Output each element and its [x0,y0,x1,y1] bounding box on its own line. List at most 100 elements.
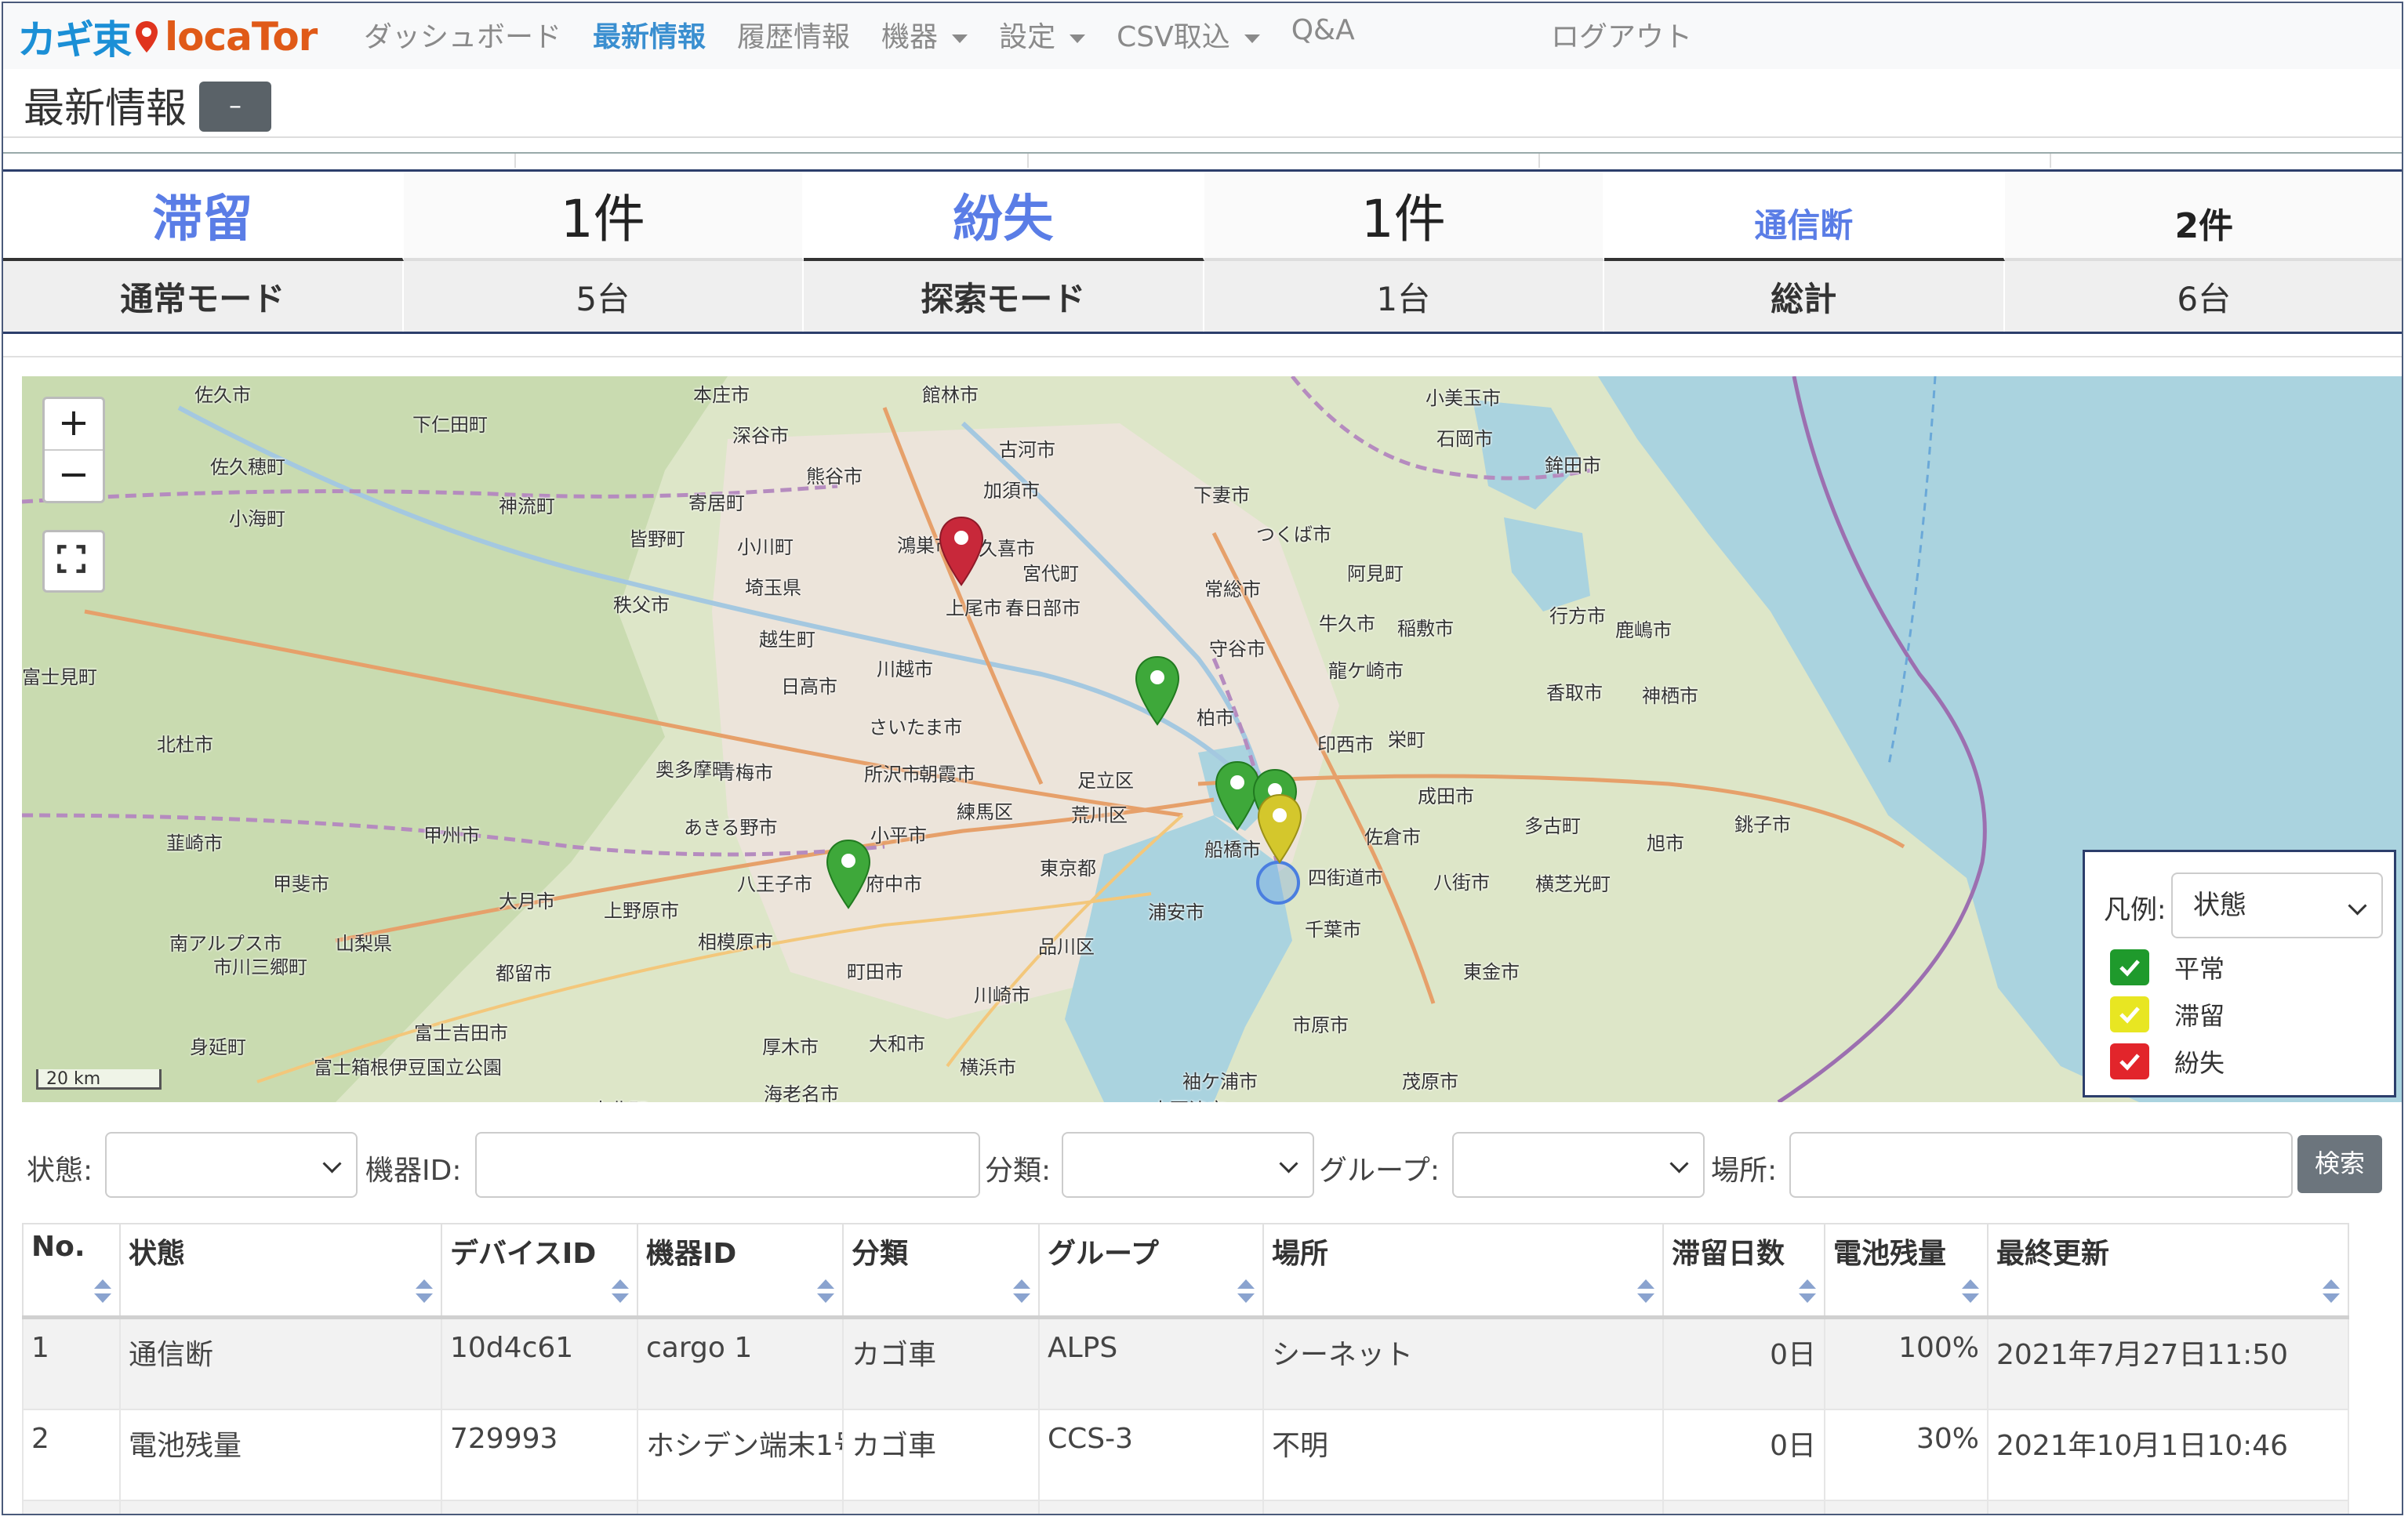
column-header[interactable]: 分類 [842,1223,1040,1319]
sort-icon [1237,1279,1255,1303]
table-row[interactable]: 2 電池残量 729993 ホシデン端末1号 カゴ車 CCS-3 不明 0日 30% 2021年1… [22,1409,2349,1501]
status-filter-select[interactable] [105,1132,358,1198]
map-place-label: 富士吉田市 [414,1022,508,1044]
legend-item[interactable]: 紛失 [2110,1043,2225,1079]
map-place-label: 海老名市 [764,1083,839,1102]
map-place-label: 八王子市 [737,873,812,895]
column-header[interactable]: グループ [1038,1223,1264,1319]
table-cell: 通信断 [119,1316,442,1410]
filter-bar: 状態: 機器ID: 分類: グループ: 場所: 検索 [27,1126,2387,1201]
table-header-row: No. 状態 デバイスID 機器ID 分類 グループ 場所 滞留日数 電池残量 最終更新 [22,1223,2349,1319]
map-place-label: 栄町 [1388,729,1426,751]
map-marker-normal[interactable] [1134,655,1181,726]
group-filter-select[interactable] [1452,1132,1705,1198]
nav-item-5[interactable]: CSV取込 [1117,14,1260,55]
map-place-label: 大和市 [869,1033,925,1055]
map-place-label: 木更津市 [1151,1094,1226,1102]
table-cell: CCS-3 [1038,1500,1264,1514]
zoom-out-button[interactable]: − [45,451,103,501]
map-place-label: 佐倉市 [1364,826,1421,848]
brand-logo[interactable]: カギ束 locaTor [17,9,318,64]
map-place-label: 市原市 [1292,1014,1349,1036]
map-marker-lost[interactable] [938,516,985,586]
column-header[interactable]: 滞留日数 [1662,1223,1825,1319]
map-place-label: 本庄市 [693,384,750,406]
table-cell: カゴ車 [842,1316,1040,1410]
table-cell: 不明 [1262,1409,1664,1501]
map-place-label: 守谷市 [1209,638,1266,660]
map-place-label: つくば市 [1256,524,1331,546]
nav-item-1[interactable]: 最新情報 [593,14,706,55]
map-place-label: 品川区 [1038,936,1095,958]
sort-icon [2323,1279,2340,1303]
zoom-in-button[interactable]: + [45,399,103,451]
sort-icon [1799,1279,1816,1303]
category-filter-select[interactable] [1062,1132,1314,1198]
chevron-down-icon [1279,1154,1298,1174]
table-cell: 2021年9月2日10:33 [1987,1500,2349,1514]
column-header[interactable]: 電池残量 [1824,1223,1989,1319]
logout-link[interactable]: ログアウト [1551,14,1692,55]
map-place-label: 所沢市 [864,764,921,785]
map-place-label: 香取市 [1546,682,1603,704]
summary-mode-row: 通常モード 5台 探索モード 1台 総計 6台 [3,261,2402,332]
legend-checkbox[interactable] [2110,949,2149,985]
table-cell: 100% [1824,1500,1989,1514]
map-place-label: 旭市 [1647,833,1684,854]
map-place-label: 加須市 [983,480,1040,502]
map-place-label: 上野原市 [604,900,679,922]
nav-item-6[interactable]: Q&A [1291,14,1355,55]
nav-item-0[interactable]: ダッシュボード [364,14,561,55]
summary-bottom-strip [3,336,2402,357]
table-cell: 電池残量 [119,1409,442,1501]
fullscreen-button[interactable] [42,530,105,593]
legend-item[interactable]: 平常 [2110,949,2225,985]
legend-mode-select[interactable]: 状態 [2171,872,2383,938]
navbar: カギ束 locaTor ダッシュボード 最新情報 履歴情報 機器 設定 CSV取込 Q&A … [3,3,2402,69]
column-header[interactable]: 場所 [1262,1223,1664,1319]
map-place-label: 熊谷市 [806,466,863,488]
legend-item[interactable]: 滞留 [2110,996,2225,1032]
map-place-label: 青梅市 [717,762,773,784]
summary-cell: 1件 [403,172,804,261]
table-cell: 100% [1824,1316,1989,1410]
status-filter-label: 状態: [27,1155,93,1187]
map-place-label: 川越市 [877,658,933,680]
column-header[interactable]: デバイスID [441,1223,638,1319]
legend-title: 凡例: [2104,894,2166,926]
map-place-label: 上尾市 [946,597,1002,619]
collapse-button[interactable]: – [199,82,271,132]
map-marker-stay[interactable] [1256,793,1303,864]
map-place-label: 荒川区 [1071,804,1128,826]
summary-mode-cell: 探索モード [804,261,1204,332]
column-header[interactable]: 機器ID [637,1223,844,1319]
legend-checkbox[interactable] [2110,1043,2149,1079]
caret-down-icon [1244,34,1260,43]
search-button[interactable]: 検索 [2297,1135,2382,1193]
table-cell: ホシデン端末1号 [637,1409,844,1501]
nav-item-2[interactable]: 履歴情報 [737,14,850,55]
map-marker-normal[interactable] [825,839,872,909]
column-header[interactable]: 状態 [119,1223,442,1319]
table-cell: 2 [22,1409,121,1501]
table-row[interactable]: 3紛失/通信断72cc89借hsdnカゴ車CCS-3不明0日100%2021年9… [22,1500,2349,1514]
map-place-label: 皆野町 [629,528,685,550]
device-id-input[interactable] [475,1132,980,1198]
map-place-label: 下仁田町 [412,414,488,436]
place-input[interactable] [1789,1132,2293,1198]
map-place-label: 阿見町 [1347,563,1404,585]
map-place-label: 相模原市 [698,931,773,953]
map-place-label: 印西市 [1317,734,1374,756]
column-header[interactable]: No. [22,1223,121,1319]
table-row[interactable]: 1 通信断 10d4c61 cargo 1 カゴ車 ALPS シーネット 0日 100% 2021… [22,1316,2349,1410]
nav-item-3[interactable]: 機器 [881,14,968,55]
nav-item-4[interactable]: 設定 [999,14,1086,55]
map-place-label: 山北町 [591,1094,648,1102]
map-place-label: 銚子市 [1734,814,1791,836]
device-map[interactable]: + − 20 km 佐久市 本庄市 館林市 小美玉市 下仁田町 深谷市 古河市 石岡市 鉾田市佐… [22,376,2402,1102]
nav-item-label: 履歴情報 [737,21,851,53]
column-header[interactable]: 最終更新 [1987,1223,2349,1319]
nav-item-label: 設定 [999,21,1056,53]
legend-checkbox[interactable] [2110,996,2149,1032]
column-header-label: デバイスID [450,1238,597,1270]
